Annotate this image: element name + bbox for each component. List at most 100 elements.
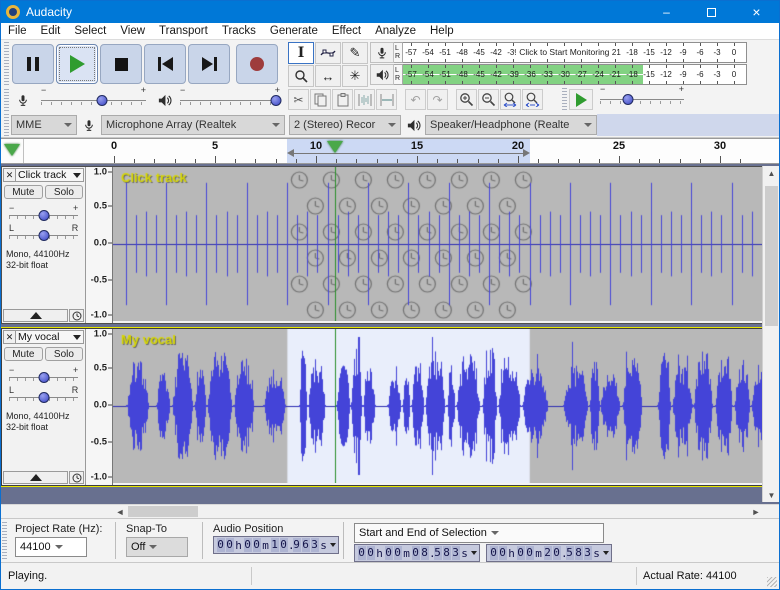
track-waveform-canvas[interactable] [113, 167, 762, 321]
minimize-button[interactable]: – [644, 1, 689, 23]
menu-tracks[interactable]: Tracks [215, 25, 263, 37]
project-rate-select[interactable]: 44100 [15, 537, 87, 557]
quick-play-pin-icon[interactable] [4, 144, 20, 156]
silence-audio-button[interactable] [376, 89, 397, 110]
record-button[interactable] [236, 44, 278, 84]
menu-effect[interactable]: Effect [325, 25, 368, 37]
mute-button[interactable]: Mute [4, 347, 43, 361]
horizontal-scroll-track[interactable] [127, 505, 749, 518]
collapse-track-button[interactable] [3, 471, 68, 484]
pause-button[interactable] [12, 44, 54, 84]
playback-volume-slider[interactable]: −+ [180, 94, 280, 108]
audio-host-select[interactable]: MME [11, 115, 77, 135]
toolbar-grip[interactable] [4, 114, 9, 136]
redo-button[interactable]: ↷ [427, 89, 448, 110]
selection-start-field[interactable]: 00h00m08.583s [354, 544, 480, 562]
selection-tool-button[interactable]: I [288, 42, 314, 64]
toolbar-grip[interactable] [2, 522, 7, 561]
track-name-menu[interactable]: My vocal [16, 330, 84, 344]
vertical-scale-ruler[interactable]: 1.00.50.0-0.5-1.0 [86, 167, 113, 323]
play-meter-speaker-button[interactable] [370, 64, 394, 85]
stop-button[interactable] [100, 44, 142, 84]
paste-button[interactable] [332, 89, 353, 110]
playback-volume-thumb[interactable] [271, 95, 282, 106]
recording-volume-slider[interactable]: −+ [41, 94, 146, 108]
menu-view[interactable]: View [113, 25, 152, 37]
resize-grip[interactable] [767, 577, 777, 587]
menu-help[interactable]: Help [423, 25, 461, 37]
gain-thumb[interactable] [38, 210, 49, 221]
close-track-button[interactable]: ✕ [3, 330, 16, 344]
quick-play-pin-box[interactable] [1, 139, 24, 163]
solo-button[interactable]: Solo [45, 185, 84, 199]
track-waveform-canvas[interactable] [113, 329, 762, 483]
copy-button[interactable] [310, 89, 331, 110]
skip-to-end-button[interactable] [188, 44, 230, 84]
menu-select[interactable]: Select [67, 25, 113, 37]
playhead-indicator-icon[interactable] [327, 141, 343, 153]
play-at-speed-button[interactable] [569, 89, 593, 110]
gain-thumb[interactable] [38, 372, 49, 383]
play-speed-slider[interactable]: −+ [600, 93, 684, 107]
scroll-left-icon[interactable]: ◄ [113, 505, 127, 518]
horizontal-scroll-thumb[interactable] [128, 506, 198, 517]
scroll-up-icon[interactable]: ▲ [763, 166, 780, 180]
vertical-scale-ruler[interactable]: 1.00.50.0-0.5-1.0 [86, 329, 113, 485]
recording-volume-thumb[interactable] [96, 95, 107, 106]
envelope-tool-button[interactable] [315, 42, 341, 64]
zoom-out-button[interactable] [478, 89, 499, 110]
monitor-text[interactable]: Click to Start Monitoring [516, 47, 612, 57]
draw-tool-button[interactable]: ✎ [342, 42, 368, 64]
vertical-scrollbar[interactable]: ▲ ▼ [762, 166, 779, 502]
menu-file[interactable]: File [1, 25, 34, 37]
menu-generate[interactable]: Generate [263, 25, 325, 37]
menu-edit[interactable]: Edit [34, 25, 68, 37]
multi-tool-button[interactable]: ✳ [342, 65, 368, 87]
zoom-to-selection-button[interactable] [500, 89, 521, 110]
selection-range-mode-select[interactable]: Start and End of Selection [354, 523, 604, 543]
scroll-down-icon[interactable]: ▼ [763, 488, 780, 502]
zoom-tool-button[interactable] [288, 65, 314, 87]
pan-slider[interactable]: LR [9, 385, 78, 405]
cut-button[interactable]: ✂ [288, 89, 309, 110]
waveform-area[interactable] [113, 329, 762, 485]
horizontal-scrollbar[interactable]: ◄ ► [113, 505, 763, 518]
skip-to-start-button[interactable] [144, 44, 186, 84]
record-meter-mic-button[interactable] [370, 42, 394, 63]
snap-to-select[interactable]: Off [126, 537, 188, 557]
gain-slider[interactable]: −+ [9, 365, 78, 385]
trim-audio-button[interactable] [354, 89, 375, 110]
maximize-button[interactable] [689, 1, 734, 23]
toolbar-grip[interactable] [4, 42, 9, 86]
pan-slider[interactable]: LR [9, 223, 78, 243]
playback-meter[interactable]: -57-54-51-48-45-42-39-36-33-30-27-24-21-… [403, 64, 747, 85]
timeline-ruler[interactable]: 051015202530 [1, 138, 779, 164]
zoom-in-button[interactable] [456, 89, 477, 110]
recording-meter[interactable]: Click to Start Monitoring -57-54-51-48-4… [403, 42, 747, 63]
ruler-selection-band[interactable] [287, 139, 529, 163]
recording-device-select[interactable]: Microphone Array (Realtek [101, 115, 285, 135]
scroll-right-icon[interactable]: ► [749, 505, 763, 518]
collapse-track-button[interactable] [3, 309, 68, 322]
toolbar-grip[interactable] [562, 88, 567, 111]
menu-transport[interactable]: Transport [152, 25, 215, 37]
recording-channels-select[interactable]: 2 (Stereo) Recor [289, 115, 401, 135]
solo-button[interactable]: Solo [45, 347, 84, 361]
pan-thumb[interactable] [38, 392, 49, 403]
playback-device-select[interactable]: Speaker/Headphone (Realte [425, 115, 597, 135]
close-track-button[interactable]: ✕ [3, 168, 16, 182]
play-button[interactable] [56, 44, 98, 84]
selection-end-field[interactable]: 00h00m20.583s [486, 544, 612, 562]
vertical-scroll-thumb[interactable] [765, 186, 778, 326]
play-speed-thumb[interactable] [622, 94, 633, 105]
toolbar-grip[interactable] [4, 89, 9, 112]
close-button[interactable]: × [734, 1, 779, 23]
menu-analyze[interactable]: Analyze [368, 25, 423, 37]
pan-thumb[interactable] [38, 230, 49, 241]
gain-slider[interactable]: −+ [9, 203, 78, 223]
time-shift-tool-button[interactable]: ↔ [315, 65, 341, 87]
track-name-menu[interactable]: Click track [16, 168, 84, 182]
mute-button[interactable]: Mute [4, 185, 43, 199]
undo-button[interactable]: ↶ [405, 89, 426, 110]
waveform-area[interactable] [113, 167, 762, 323]
